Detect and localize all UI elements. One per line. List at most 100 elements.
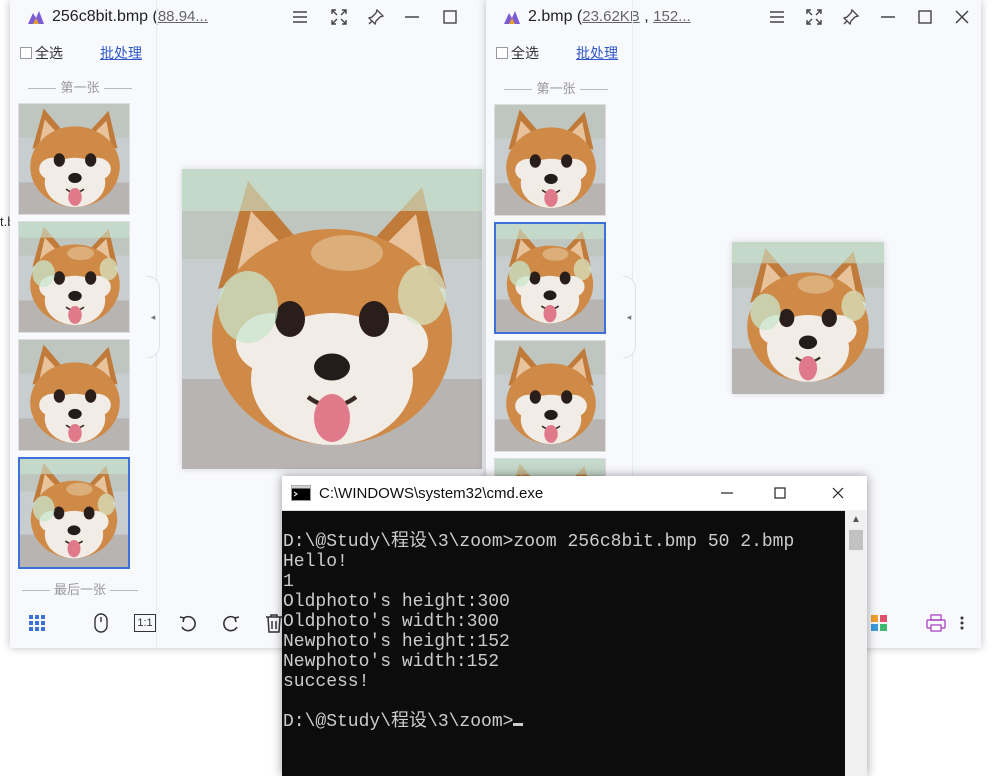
rotate-left-button[interactable] [177,612,199,634]
select-all-row: 全选 批处理 [496,44,632,62]
cmd-close-button[interactable] [827,482,849,504]
print-button[interactable] [925,612,947,634]
close-icon [955,10,969,24]
fullscreen-button[interactable] [802,6,826,28]
select-all-checkbox[interactable] [20,47,32,59]
main-image [732,242,884,394]
maximize-icon [918,10,932,24]
thumbnail-1[interactable] [18,103,130,215]
grid-view-button[interactable] [26,612,48,634]
select-all-checkbox[interactable] [496,47,508,59]
print-icon [926,614,946,632]
fullscreen-icon [806,9,822,25]
collapse-sidebar-handle[interactable]: ◂ [623,276,636,358]
minimize-icon [405,16,419,18]
scroll-up-arrow[interactable]: ▲ [845,510,867,530]
cmd-window-title: C:\WINDOWS\system32\cmd.exe [319,484,544,502]
thumbnail-image [19,104,129,214]
scroll-thumb[interactable] [849,530,863,550]
file-info-link[interactable]: 88.94... [158,8,208,25]
minimize-icon [881,16,895,18]
thumbnail-2-selected[interactable] [494,222,606,334]
fullscreen-icon [331,9,347,25]
thumbnail-3[interactable] [18,339,130,451]
image-canvas [732,242,884,394]
menu-icon [770,11,784,23]
mouse-icon [94,613,108,633]
cmd-scrollbar[interactable]: ▲ [845,510,867,776]
image-canvas [182,169,482,469]
text-cursor [513,723,524,726]
close-icon [832,487,844,499]
minimize-icon [721,492,733,494]
thumbnail-image [496,224,604,332]
minimize-button[interactable] [876,6,900,28]
console-line: Oldphoto's width:300 [283,612,500,632]
apps-button[interactable] [868,612,890,634]
select-all-label[interactable]: 全选 [511,43,539,63]
pin-icon [843,9,859,25]
thumbnail-3[interactable] [494,340,606,452]
rotate-right-button[interactable] [220,612,242,634]
batch-process-link[interactable]: 批处理 [100,43,142,63]
minimize-button[interactable] [400,6,424,28]
thumbnail-1[interactable] [494,104,606,216]
first-image-label: 第一张 [494,78,618,97]
select-all-label[interactable]: 全选 [35,43,63,63]
maximize-icon [443,10,457,24]
more-button[interactable] [951,612,973,634]
console-output[interactable]: D:\@Study\程设\3\zoom>zoom 256c8bit.bmp 50… [283,512,845,776]
console-line: Newphoto's width:152 [283,652,500,672]
batch-process-link[interactable]: 批处理 [576,43,618,63]
menu-button[interactable] [288,6,312,28]
rotate-left-icon [179,615,196,632]
more-icon [960,616,964,630]
cmd-minimize-button[interactable] [716,482,738,504]
maximize-button[interactable] [913,6,937,28]
apps-icon [871,615,887,631]
thumbnail-image [19,340,129,450]
titlebar: 2.bmp (23.62KB , 152... [486,0,981,34]
actual-size-icon: 1:1 [134,614,156,632]
console-prompt: D:\@Study\程设\3\zoom> [283,712,514,732]
console-line: success! [283,672,370,692]
thumbnail-image [19,222,130,333]
console-line: Newphoto's height:152 [283,632,510,652]
thumbnail-2[interactable] [18,221,130,333]
rotate-right-icon [223,615,240,632]
window-title: 256c8bit.bmp (88.94... [52,8,208,25]
background-text-fragment: t.b [0,214,10,229]
window-title: 2.bmp (23.62KB , 152... [528,8,691,25]
console-line: Oldphoto's height:300 [283,592,510,612]
cmd-maximize-button[interactable] [769,482,791,504]
app-logo-icon [504,11,520,24]
delete-icon [266,614,282,633]
cmd-icon [291,485,311,501]
pin-button[interactable] [364,6,388,28]
thumbnail-sidebar: 全选 批处理 第一张 最后一张 [10,34,156,598]
console-line: Hello! [283,552,348,572]
first-image-label: 第一张 [18,77,142,96]
collapse-sidebar-handle[interactable]: ◂ [147,276,160,358]
thumbnail-4-selected[interactable] [18,457,130,569]
console-line: 1 [283,572,294,592]
console-prompt-line: D:\@Study\程设\3\zoom> [283,712,845,732]
main-image [182,169,482,469]
menu-button[interactable] [765,6,789,28]
close-button[interactable] [950,6,974,28]
maximize-icon [774,487,786,499]
console-line: D:\@Study\程设\3\zoom>zoom 256c8bit.bmp 50… [283,532,795,552]
thumbnail-image [495,341,605,451]
mouse-mode-button[interactable] [90,612,112,634]
fullscreen-button[interactable] [327,6,351,28]
actual-size-button[interactable]: 1:1 [134,612,156,634]
select-all-row: 全选 批处理 [20,44,156,62]
menu-icon [293,11,307,23]
file-info-link[interactable]: 152... [653,8,691,25]
pin-button[interactable] [839,6,863,28]
thumbnail-image [20,459,128,567]
grid-icon [29,615,45,631]
maximize-button[interactable] [438,6,462,28]
pin-icon [368,9,384,25]
